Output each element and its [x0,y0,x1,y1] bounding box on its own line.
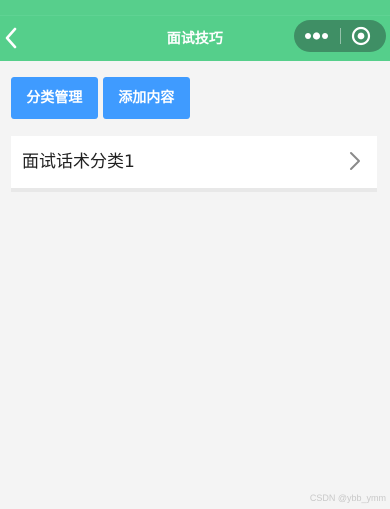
watermark: CSDN @ybb_ymm [309,493,386,503]
list-item-label: 面试话术分类1 [22,152,135,172]
target-circle-icon[interactable] [341,20,386,52]
list-item[interactable]: 面试话术分类1 [11,136,377,192]
chevron-right-icon [349,151,361,171]
add-content-button[interactable]: 添加内容 [103,77,190,119]
category-list: 面试话术分类1 [11,136,377,192]
chevron-left-icon[interactable] [4,26,20,50]
status-bar [0,0,390,15]
more-dots-icon[interactable] [294,20,340,52]
capsule-menu [294,20,386,52]
navigation-bar: 面试技巧 [0,15,390,61]
category-manage-button[interactable]: 分类管理 [11,77,98,119]
page-title: 面试技巧 [167,31,223,47]
